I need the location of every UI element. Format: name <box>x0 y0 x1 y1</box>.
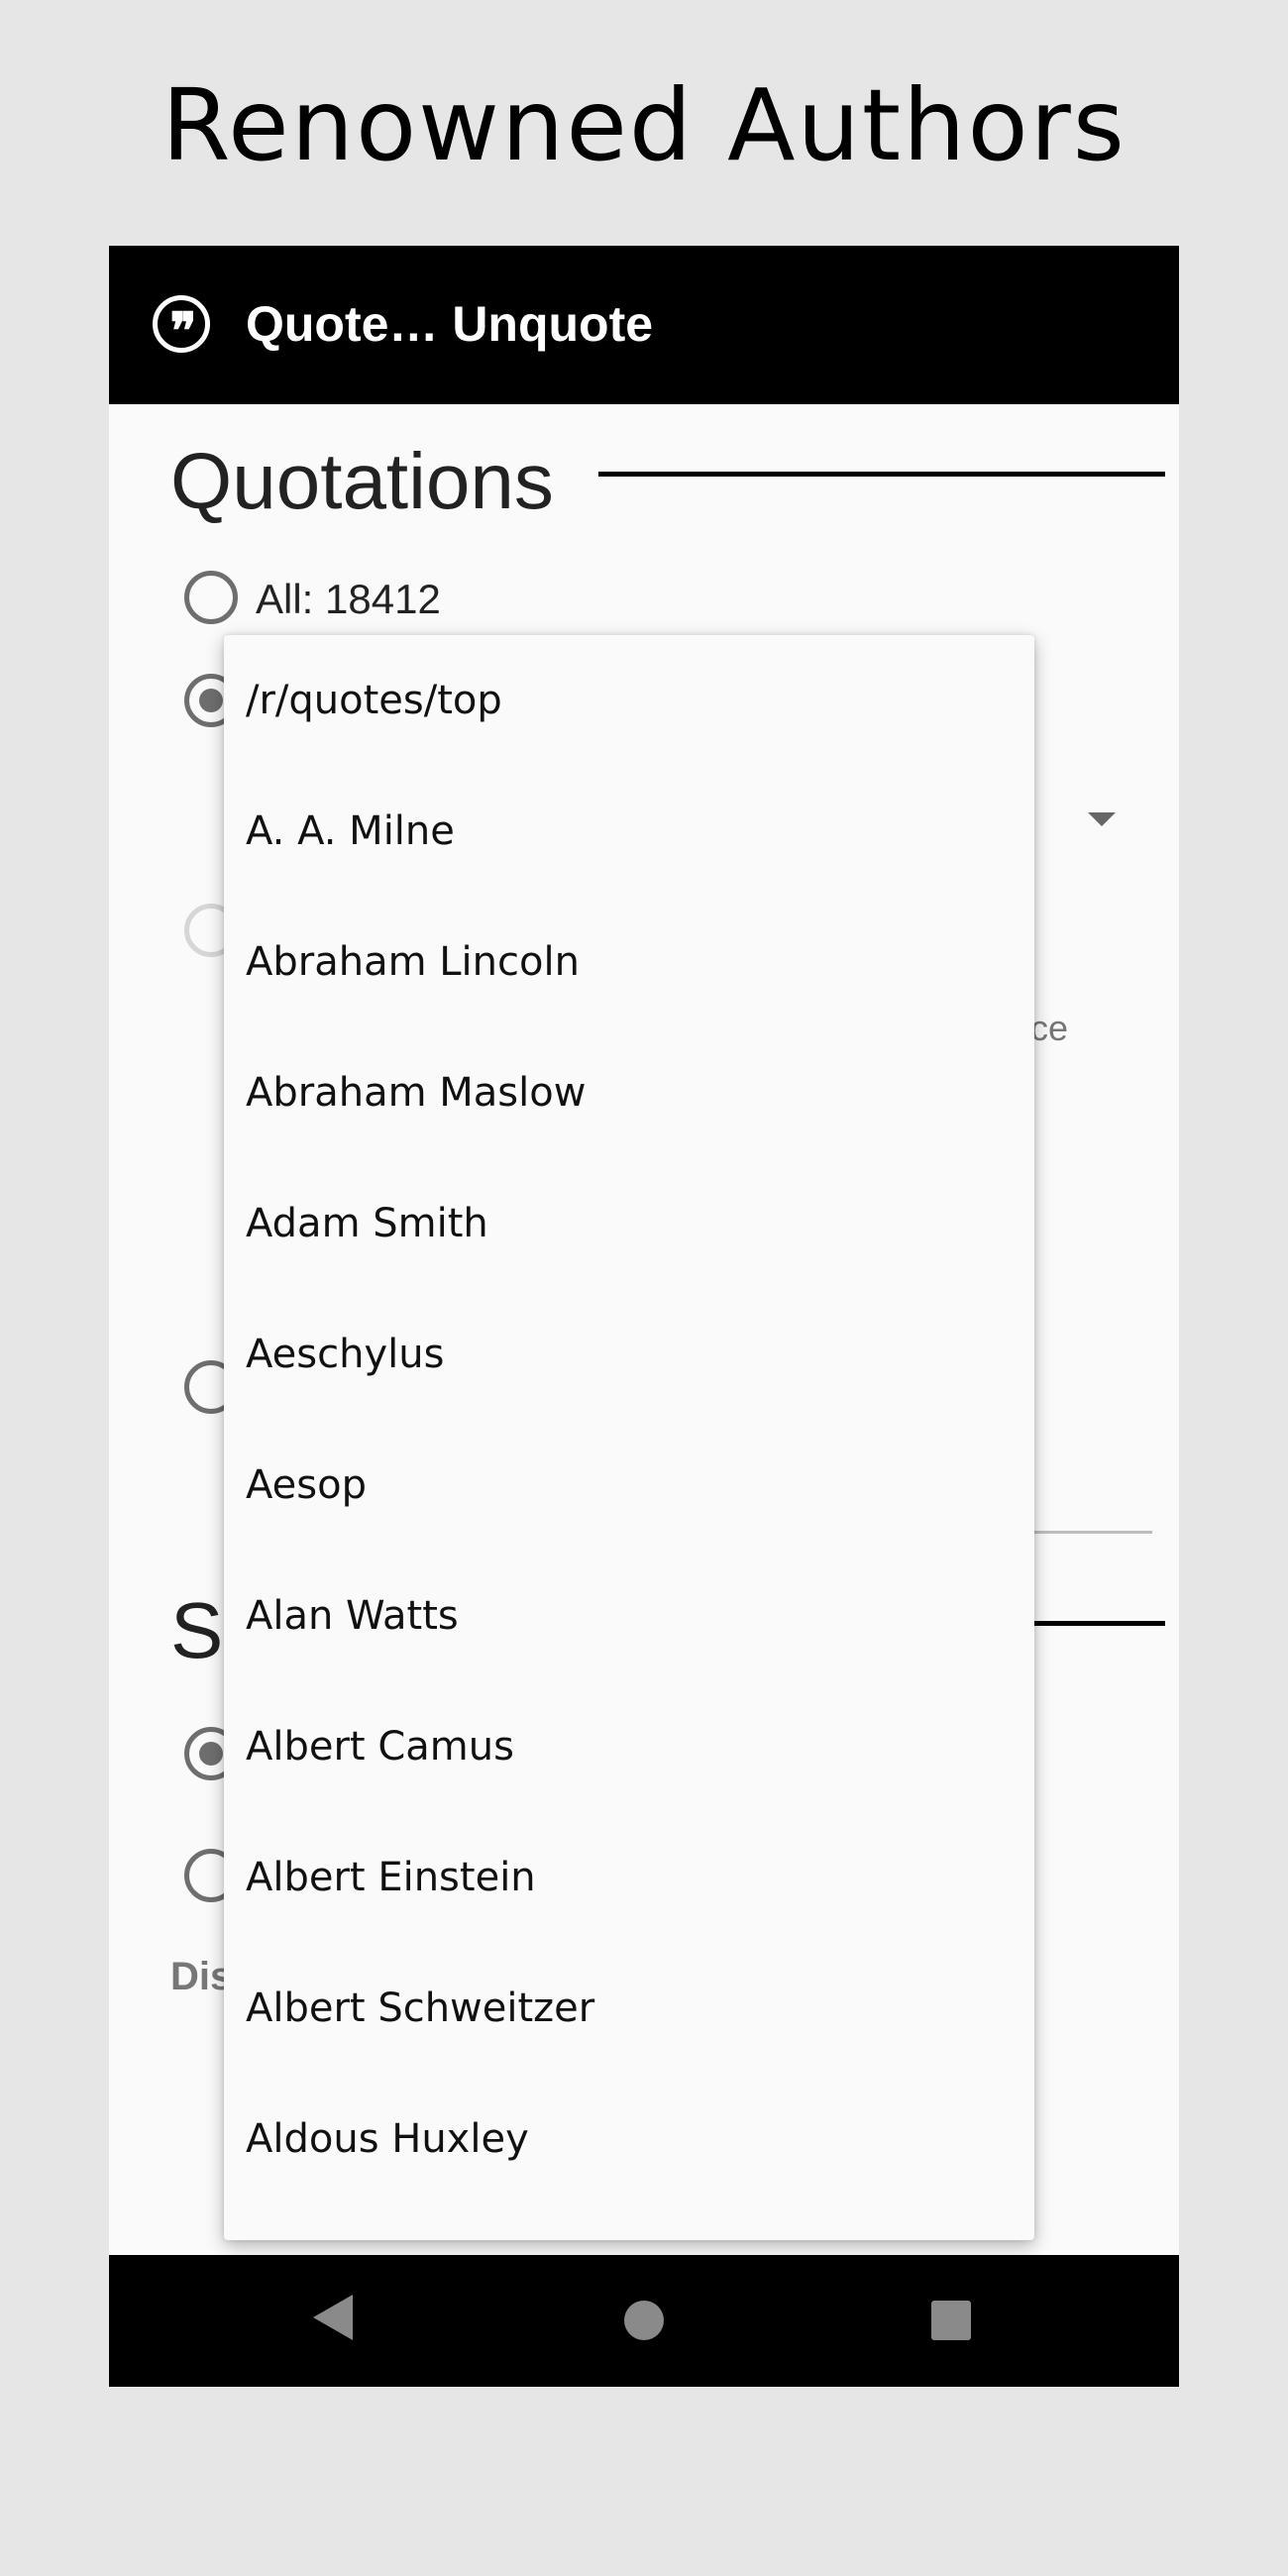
author-option[interactable]: A. A. Milne <box>224 766 1034 897</box>
phone-screen: ❞ Quote… Unquote Quotations All: 18412 c… <box>109 246 1179 2387</box>
home-circle-icon[interactable] <box>624 2301 664 2340</box>
author-option[interactable]: Alan Watts <box>224 1551 1034 1681</box>
hint-text-fragment: ce <box>1030 1008 1069 1048</box>
nav-bar <box>109 2255 1179 2387</box>
second-section-divider <box>1030 1621 1165 1626</box>
app-title: Quote… Unquote <box>246 296 654 352</box>
quotations-divider <box>598 472 1165 477</box>
app-bar: ❞ Quote… Unquote <box>109 246 1179 404</box>
author-option[interactable]: Aesop <box>224 1420 1034 1551</box>
author-option[interactable]: /r/quotes/top <box>224 635 1034 766</box>
author-option[interactable]: Albert Schweitzer <box>224 1943 1034 2074</box>
second-section-heading: S <box>170 1586 224 1674</box>
radio-all-label: All: 18412 <box>256 576 441 622</box>
author-option[interactable]: Aeschylus <box>224 1289 1034 1420</box>
radio-all[interactable] <box>184 571 238 624</box>
author-option[interactable]: Aldous Huxley <box>224 2074 1034 2204</box>
author-option[interactable]: Adam Smith <box>224 1158 1034 1289</box>
recents-square-icon[interactable] <box>931 2301 971 2340</box>
display-label-fragment: Dis <box>170 1955 233 1998</box>
page-title: Renowned Authors <box>161 67 1127 183</box>
quote-icon: ❞ <box>153 295 210 360</box>
author-dropdown-arrow-icon[interactable] <box>1088 812 1116 826</box>
back-triangle-icon[interactable] <box>313 2295 353 2340</box>
author-option[interactable]: Abraham Maslow <box>224 1027 1034 1158</box>
search-input-underline[interactable] <box>1030 1531 1152 1534</box>
author-option[interactable]: Albert Einstein <box>224 1812 1034 1943</box>
quotations-heading: Quotations <box>170 437 554 525</box>
author-option[interactable]: Albert Camus <box>224 1681 1034 1812</box>
author-option[interactable]: Abraham Lincoln <box>224 897 1034 1027</box>
author-dropdown-popup: /r/quotes/top A. A. Milne Abraham Lincol… <box>224 635 1034 2240</box>
